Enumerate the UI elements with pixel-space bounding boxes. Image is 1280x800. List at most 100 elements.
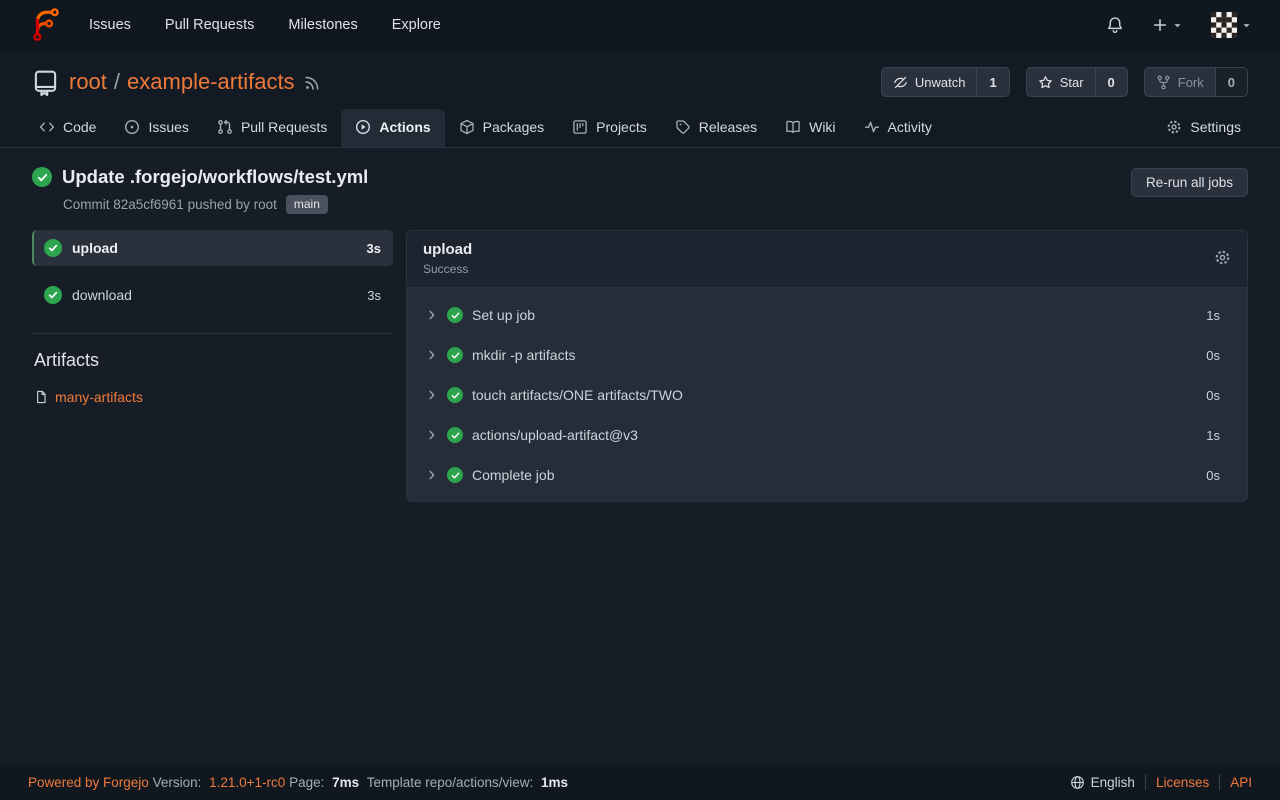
tab-activity[interactable]: Activity [850, 109, 946, 147]
step-duration: 0s [1206, 348, 1220, 363]
nav-link-milestones[interactable]: Milestones [271, 0, 374, 50]
page-time: 7ms [332, 775, 359, 790]
rss-icon[interactable] [304, 74, 321, 91]
create-new-dropdown[interactable] [1142, 11, 1193, 39]
step-row-upload-artifact[interactable]: actions/upload-artifact@v3 1s [407, 415, 1247, 455]
tab-label: Pull Requests [241, 119, 327, 135]
nav-link-pull-requests[interactable]: Pull Requests [148, 0, 271, 50]
commit-text[interactable]: Commit 82a5cf6961 pushed by root [63, 197, 277, 212]
tab-code[interactable]: Code [25, 109, 110, 147]
repo-head-region: root / example-artifacts [0, 50, 1280, 148]
repo-breadcrumb: root / example-artifacts [69, 69, 295, 95]
settings-icon [1166, 119, 1182, 135]
fork-label: Fork [1178, 75, 1204, 90]
tab-label: Activity [888, 119, 932, 135]
watch-count[interactable]: 1 [977, 68, 1008, 96]
job-detail-name: upload [423, 241, 472, 258]
plus-icon [1152, 17, 1168, 33]
issues-icon [124, 119, 140, 135]
tab-label: Releases [699, 119, 757, 135]
fork-icon [1156, 75, 1171, 90]
avatar [1211, 12, 1237, 38]
repo-tabs: Code Issues Pull Requests [0, 103, 1280, 148]
footer-left: Powered by Forgejo Version: 1.21.0+1-rc0… [28, 775, 572, 790]
tab-pull-requests[interactable]: Pull Requests [203, 109, 341, 147]
version-link[interactable]: 1.21.0+1-rc0 [209, 775, 285, 790]
step-row-setup[interactable]: Set up job 1s [407, 295, 1247, 335]
step-row-complete[interactable]: Complete job 0s [407, 455, 1247, 495]
repo-header: root / example-artifacts [0, 50, 1280, 103]
template-label: Template repo/actions/view: [367, 775, 534, 790]
tab-label: Issues [148, 119, 188, 135]
job-duration: 3s [367, 288, 381, 303]
powered-by-link[interactable]: Powered by Forgejo [28, 775, 149, 790]
job-item-download[interactable]: download 3s [32, 277, 393, 313]
job-item-upload[interactable]: upload 3s [32, 230, 393, 266]
language-menu[interactable]: English [1070, 775, 1135, 790]
tab-releases[interactable]: Releases [661, 109, 771, 147]
repo-action-buttons: Unwatch 1 Star 0 [881, 67, 1248, 97]
licenses-link[interactable]: Licenses [1156, 775, 1209, 790]
api-link[interactable]: API [1230, 775, 1252, 790]
unwatch-button[interactable]: Unwatch 1 [881, 67, 1010, 97]
nav-link-issues[interactable]: Issues [72, 0, 148, 50]
job-detail-status: Success [423, 262, 472, 276]
success-icon [44, 286, 62, 304]
fork-count[interactable]: 0 [1216, 68, 1247, 96]
code-icon [39, 119, 55, 135]
run-title: Update .forgejo/workflows/test.yml [62, 166, 368, 188]
star-button[interactable]: Star 0 [1026, 67, 1128, 97]
tab-packages[interactable]: Packages [445, 109, 558, 147]
job-name: download [72, 287, 132, 303]
tab-issues[interactable]: Issues [110, 109, 202, 147]
chevron-right-icon [426, 349, 438, 361]
forgejo-logo-icon[interactable] [28, 8, 62, 42]
star-count[interactable]: 0 [1096, 68, 1127, 96]
step-row-mkdir[interactable]: mkdir -p artifacts 0s [407, 335, 1247, 375]
artifact-link[interactable]: many-artifacts [55, 389, 143, 405]
step-duration: 0s [1206, 468, 1220, 483]
top-navbar: Issues Pull Requests Milestones Explore [0, 0, 1280, 50]
unwatch-label: Unwatch [915, 75, 966, 90]
activity-icon [864, 119, 880, 135]
version-label: Version: [153, 775, 202, 790]
tab-wiki[interactable]: Wiki [771, 109, 849, 147]
star-icon [1038, 75, 1053, 90]
tab-actions[interactable]: Actions [341, 109, 444, 147]
step-name: Complete job [472, 467, 555, 483]
repo-name-link[interactable]: example-artifacts [127, 69, 295, 95]
artifacts-heading: Artifacts [34, 350, 393, 371]
branch-badge[interactable]: main [286, 195, 328, 214]
tab-settings[interactable]: Settings [1152, 109, 1255, 147]
projects-icon [572, 119, 588, 135]
file-icon [34, 390, 48, 404]
actions-run-view: Update .forgejo/workflows/test.yml Commi… [0, 148, 1280, 764]
repo-icon [32, 69, 59, 96]
step-row-touch[interactable]: touch artifacts/ONE artifacts/TWO 0s [407, 375, 1247, 415]
sidebar-divider [32, 333, 393, 334]
wiki-icon [785, 119, 801, 135]
caret-down-icon [1172, 20, 1183, 31]
step-name: actions/upload-artifact@v3 [472, 427, 638, 443]
template-time: 1ms [541, 775, 568, 790]
footer-divider [1145, 774, 1146, 790]
tab-label: Code [63, 119, 96, 135]
globe-icon [1070, 775, 1085, 790]
success-icon [447, 467, 463, 483]
repo-owner-link[interactable]: root [69, 69, 107, 95]
step-name: Set up job [472, 307, 535, 323]
rerun-all-jobs-button[interactable]: Re-run all jobs [1131, 168, 1248, 197]
nav-link-explore[interactable]: Explore [375, 0, 458, 50]
tab-projects[interactable]: Projects [558, 109, 661, 147]
tab-label: Projects [596, 119, 647, 135]
gear-icon[interactable] [1214, 249, 1231, 266]
notifications-button[interactable] [1096, 10, 1134, 40]
tab-label: Packages [483, 119, 544, 135]
tab-label: Settings [1190, 119, 1241, 135]
bell-icon [1106, 16, 1124, 34]
tab-label: Wiki [809, 119, 835, 135]
fork-button[interactable]: Fork 0 [1144, 67, 1248, 97]
job-name: upload [72, 240, 118, 256]
step-duration: 1s [1206, 428, 1220, 443]
user-menu-dropdown[interactable] [1201, 6, 1262, 44]
